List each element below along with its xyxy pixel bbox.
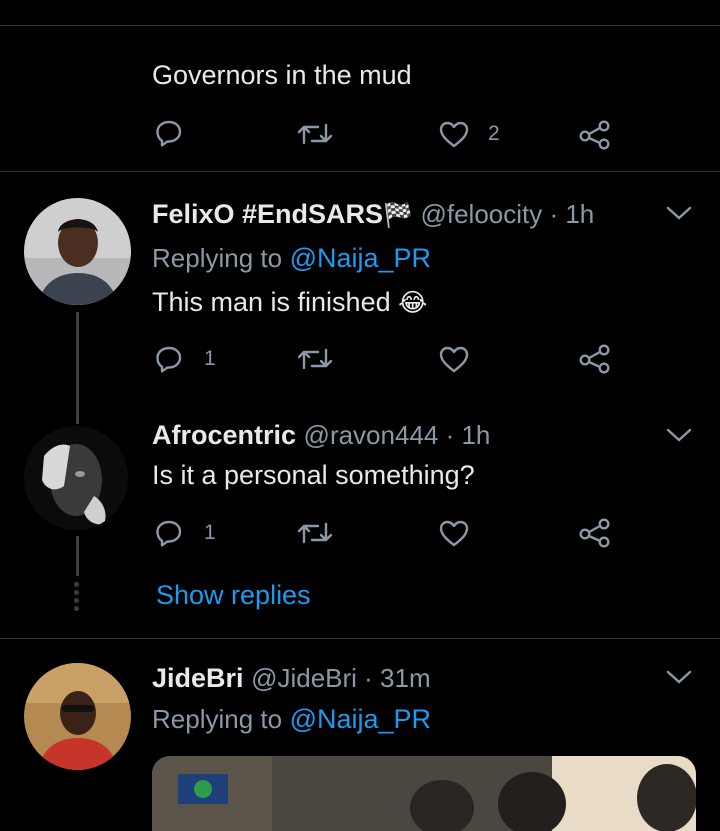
flag-emoji: 🏁 [383, 202, 413, 229]
more-replies-dots [74, 582, 80, 611]
top-divider [0, 25, 720, 26]
share-button[interactable] [578, 118, 612, 150]
retweet-icon [297, 522, 333, 544]
display-name[interactable]: Afrocentric [152, 420, 296, 450]
chevron-down-icon [666, 670, 692, 684]
handle-time[interactable]: @feloocity · 1h [420, 199, 594, 229]
replying-to: Replying to @Naija_PR [152, 243, 431, 274]
chevron-down-icon [666, 206, 692, 220]
replying-prefix: Replying to [152, 243, 283, 273]
reply-button[interactable] [154, 118, 184, 148]
tweet-divider [0, 638, 720, 639]
mention-link[interactable]: @Naija_PR [290, 704, 431, 734]
retweet-button[interactable] [296, 119, 334, 149]
chevron-down-icon [666, 428, 692, 442]
reply-count: 1 [204, 521, 216, 544]
tweet-text: Governors in the mud [152, 60, 412, 90]
thread-line [76, 312, 79, 424]
share-button[interactable] [578, 342, 612, 374]
share-icon [579, 120, 610, 150]
share-icon [579, 518, 610, 548]
retweet-icon [297, 348, 333, 370]
like-button[interactable] [438, 344, 470, 374]
mention-link[interactable]: @Naija_PR [290, 243, 431, 273]
tweet-text-row: This man is finished 😂 [152, 287, 427, 318]
video-thumbnail [152, 756, 696, 831]
like-icon [439, 346, 469, 373]
reply-button[interactable] [154, 344, 184, 374]
reply-icon [156, 346, 182, 373]
reply-button[interactable] [154, 518, 184, 548]
avatar[interactable] [24, 426, 128, 530]
avatar-photo [24, 426, 128, 530]
more-options-button[interactable] [665, 426, 693, 449]
laughing-emoji: 😂 [398, 289, 428, 317]
display-name[interactable]: FelixO #EndSARS [152, 199, 383, 229]
tweet-header: Afrocentric @ravon444 · 1h [152, 420, 490, 451]
reply-icon [156, 520, 182, 547]
replying-prefix: Replying to [152, 704, 283, 734]
share-icon [579, 344, 610, 374]
retweet-icon [297, 123, 333, 145]
replying-to: Replying to @Naija_PR [152, 704, 431, 735]
display-name[interactable]: JideBri [152, 663, 244, 693]
like-button[interactable] [438, 119, 470, 149]
avatar[interactable] [24, 663, 131, 770]
like-count: 2 [488, 122, 500, 145]
tweet-media[interactable] [152, 756, 696, 831]
share-button[interactable] [578, 516, 612, 548]
like-button[interactable] [438, 518, 470, 548]
tweet-divider [0, 171, 720, 172]
tweet-text: Is it a personal something? [152, 460, 475, 490]
tweet-text: This man is finished [152, 287, 391, 317]
thread-line [76, 536, 79, 576]
handle-time[interactable]: @ravon444 · 1h [304, 420, 491, 450]
reply-icon [156, 120, 182, 147]
like-icon [439, 520, 469, 547]
retweet-button[interactable] [296, 518, 334, 548]
avatar[interactable] [24, 198, 131, 305]
like-icon [439, 121, 469, 148]
tweet-header: FelixO #EndSARS🏁 @feloocity · 1h [152, 199, 594, 230]
tweet-header: JideBri @JideBri · 31m [152, 663, 431, 694]
show-replies-link[interactable]: Show replies [156, 580, 311, 611]
avatar-photo [24, 198, 131, 305]
retweet-button[interactable] [296, 344, 334, 374]
avatar-photo [24, 663, 131, 770]
reply-count: 1 [204, 347, 216, 370]
more-options-button[interactable] [665, 204, 693, 227]
handle-time[interactable]: @JideBri · 31m [251, 663, 431, 693]
more-options-button[interactable] [665, 668, 693, 691]
